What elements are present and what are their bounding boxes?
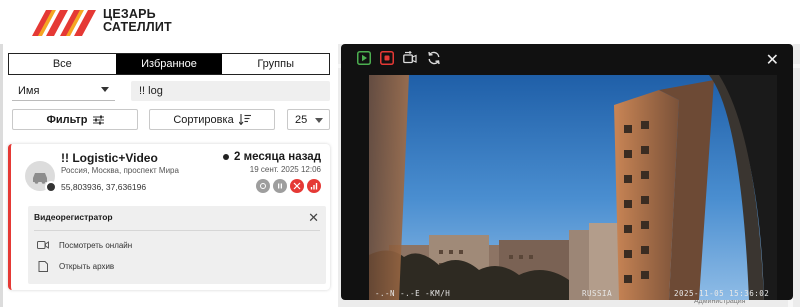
sort-icon [238, 114, 251, 125]
tab-favorites[interactable]: Избранное [115, 54, 223, 74]
watch-online-link[interactable]: Посмотреть онлайн [37, 240, 132, 250]
header: ЦЕЗАРЬ САТЕЛЛИТ [0, 0, 800, 44]
sort-button[interactable]: Сортировка [149, 109, 275, 130]
tabs-bar: Все Избранное Группы [8, 53, 330, 75]
filter-button[interactable]: Фильтр [12, 109, 138, 130]
chevron-down-icon [101, 87, 109, 92]
last-seen-text: 2 месяца назад [234, 151, 321, 163]
divider [34, 230, 320, 231]
open-archive-label: Открыть архив [59, 262, 115, 271]
video-window: ✕ -.-N -.-E -KM/H RUSSIA 2025-11-05 15:3… [341, 44, 793, 300]
chevron-down-icon [315, 118, 323, 123]
name-select-value: Имя [18, 84, 40, 97]
search-input[interactable]: !! log [131, 81, 330, 101]
close-icon[interactable]: ✕ [766, 50, 779, 70]
close-icon[interactable]: ✕ [308, 210, 319, 226]
dvr-title: Видеорегистратор [34, 212, 113, 222]
sort-label: Сортировка [173, 113, 234, 126]
archive-icon [38, 261, 48, 272]
video-camera-icon [37, 241, 49, 249]
no-connection-icon[interactable] [290, 179, 304, 193]
brand-line-2: САТЕЛЛИТ [103, 20, 172, 34]
name-select[interactable]: Имя [12, 81, 115, 101]
object-coords: 55,803936, 37,636196 [61, 182, 147, 192]
refresh-icon[interactable] [427, 51, 441, 65]
page-size-select[interactable]: 25 [287, 109, 330, 130]
watch-online-label: Посмотреть онлайн [59, 240, 133, 250]
object-date: 19 сент. 2025 12:06 [249, 165, 321, 174]
page-size-value: 25 [295, 113, 308, 126]
osd-timestamp: 2025-11-05 15:36:02 [674, 289, 770, 298]
brand-name: ЦЕЗАРЬ САТЕЛЛИТ [103, 8, 172, 34]
object-last-seen: 2 месяца назад [223, 151, 321, 163]
osd-country: RUSSIA [582, 289, 613, 298]
status-icons [256, 179, 321, 193]
tab-all[interactable]: Все [9, 54, 116, 74]
object-name: !! Logistic+Video [61, 151, 158, 165]
switch-camera-icon[interactable] [403, 51, 417, 65]
sliders-icon [92, 115, 104, 124]
open-archive-link[interactable]: Открыть архив [37, 261, 114, 272]
ignition-icon[interactable] [256, 179, 270, 193]
filter-label: Фильтр [46, 113, 88, 126]
play-icon[interactable] [357, 51, 371, 65]
record-icon[interactable] [380, 51, 394, 65]
camera-feed[interactable]: -.-N -.-E -KM/H RUSSIA 2025-11-05 15:36:… [369, 75, 777, 300]
object-card[interactable]: !! Logistic+Video Россия, Москва, проспе… [8, 144, 330, 290]
dvr-panel: Видеорегистратор ✕ Посмотреть онлайн Отк… [28, 206, 326, 284]
panel-edge [0, 44, 3, 307]
tab-groups[interactable]: Группы [222, 54, 329, 74]
object-address: Россия, Москва, проспект Мира [61, 166, 179, 175]
camera-badge-icon [45, 181, 57, 193]
status-dot-icon [223, 153, 229, 160]
app-root: ЦЕЗАРЬ САТЕЛЛИТ Администрация Все Избран… [0, 0, 800, 307]
camera-feed-image [369, 75, 777, 300]
signal-icon[interactable] [307, 179, 321, 193]
pause-icon[interactable] [273, 179, 287, 193]
osd-coords: -.-N -.-E -KM/H [375, 289, 451, 298]
